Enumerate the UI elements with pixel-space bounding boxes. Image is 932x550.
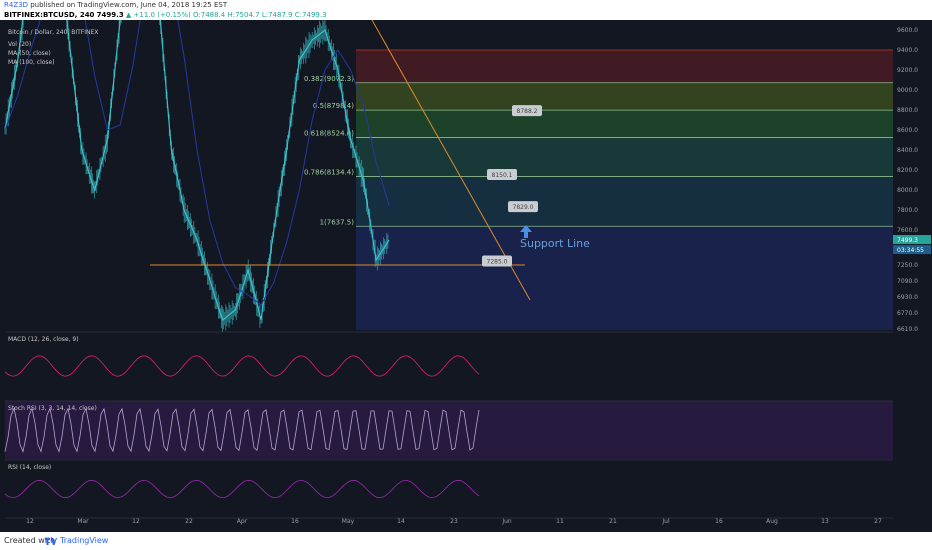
time-axis-tick: 16	[715, 518, 723, 525]
time-axis-tick: 12	[132, 518, 140, 525]
time-axis-tick: 27	[874, 518, 882, 525]
price-axis-tick: 6770.0	[897, 310, 918, 317]
price-axis-tick: 8400.0	[897, 147, 918, 154]
indicator-pane	[5, 332, 893, 400]
price-axis-tick: 9600.0	[897, 27, 918, 34]
ohlc-values: O:7488.4 H:7504.7 L:7487.9 C:7499.3	[193, 11, 327, 19]
price-axis-tick: 7800.0	[897, 207, 918, 214]
price-axis-tick: 9000.0	[897, 87, 918, 94]
last-price: 7499.3	[96, 11, 124, 19]
target-label-text: 8150.1	[492, 172, 513, 179]
target-label-text: 7285.0	[487, 259, 508, 266]
time-axis-tick: 13	[821, 518, 829, 525]
chart-canvas[interactable]: 0.382(9072.3) 0.5(8798.4) 0.618(8524.4) 0.7…	[0, 20, 932, 532]
time-axis-tick: Mar	[77, 518, 89, 525]
price-axis-tick: 8600.0	[897, 127, 918, 134]
price-axis-tick: 8800.0	[897, 107, 918, 114]
fib-level-label: 0.382(9072.3)	[304, 75, 354, 83]
chart-title: Bitcoin / Dollar, 240, BITFINEX	[8, 29, 98, 36]
fib-zone-band	[356, 82, 893, 111]
time-axis-tick: Aug	[766, 518, 778, 525]
time-axis-tick: 14	[397, 518, 405, 525]
price-axis-tick: 7090.0	[897, 278, 918, 285]
fib-level-label: 0.618(8524.4)	[304, 130, 354, 138]
time-axis-tick: 12	[26, 518, 34, 525]
price-axis-tick: 8200.0	[897, 167, 918, 174]
time-axis-tick: May	[342, 518, 355, 525]
publish-info: published on TradingView.com, June 04, 2…	[30, 1, 228, 9]
fib-zone-band	[356, 176, 893, 227]
tradingview-logo-icon	[45, 538, 57, 545]
time-axis-tick: Jun	[501, 518, 512, 525]
price-axis	[893, 20, 932, 532]
time-axis-tick: 23	[450, 518, 458, 525]
target-label-text: 7829.0	[513, 204, 534, 211]
fib-zone-band	[356, 137, 893, 177]
fib-level-label: 0.786(8134.4)	[304, 169, 354, 177]
time-axis-tick: 22	[185, 518, 193, 525]
legend-entry: Vol (20)	[8, 41, 31, 48]
publish-line: R4Z3D published on TradingView.com, June…	[4, 1, 227, 9]
current-time-label: 03:34:55	[897, 247, 924, 254]
fib-level-label: 0.5(8798.4)	[313, 102, 354, 110]
fib-zone-band	[356, 50, 893, 83]
legend-entry: MA (50, close)	[8, 50, 51, 57]
publish-header: R4Z3D published on TradingView.com, June…	[0, 0, 932, 20]
time-axis-tick: 21	[609, 518, 617, 525]
time-axis-tick: Jul	[661, 518, 670, 525]
price-change: ▲ +11.0 (+0.15%)	[125, 11, 191, 19]
indicator-title: RSI (14, close)	[8, 464, 51, 471]
price-axis-tick: 9200.0	[897, 67, 918, 74]
indicator-title: Stoch RSI (3, 3, 14, 14, close)	[8, 405, 97, 412]
time-axis-tick: Apr	[237, 518, 248, 525]
symbol-line: BITFINEX:BTCUSD, 240 7499.3 ▲ +11.0 (+0.…	[4, 11, 327, 19]
indicator-title: MACD (12, 26, close, 9)	[8, 336, 79, 343]
time-axis-tick: 11	[556, 518, 564, 525]
tradingview-brand[interactable]: TradingView	[60, 536, 108, 545]
support-line-label: Support Line	[520, 237, 590, 250]
price-axis-tick: 7600.0	[897, 227, 918, 234]
footer: Created with TradingView	[0, 532, 932, 550]
price-axis-tick: 6610.0	[897, 326, 918, 333]
price-axis-tick: 8000.0	[897, 187, 918, 194]
time-axis-tick: 16	[291, 518, 299, 525]
indicator-pane	[5, 460, 893, 518]
legend-entry: MA (100, close)	[8, 59, 55, 66]
price-axis-tick: 6930.0	[897, 294, 918, 301]
symbol-name: BITFINEX:BTCUSD, 240	[4, 11, 95, 19]
fib-zone-base	[356, 226, 893, 330]
price-axis-tick: 9400.0	[897, 47, 918, 54]
price-axis-tick: 7250.0	[897, 262, 918, 269]
target-label-text: 8788.2	[517, 108, 538, 115]
current-price-label: 7499.3	[897, 237, 918, 244]
fib-level-label: 1(7637.5)	[320, 218, 355, 226]
author-link[interactable]: R4Z3D	[4, 1, 28, 9]
